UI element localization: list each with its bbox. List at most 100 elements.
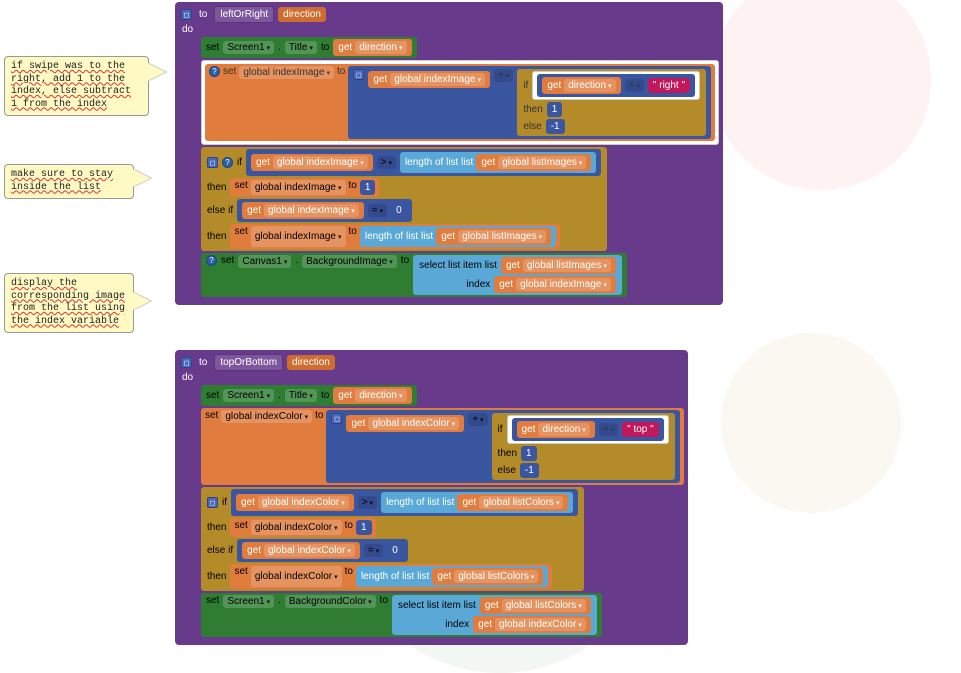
get-indexImage[interactable]: get global indexImage▾ — [242, 202, 364, 219]
kw-to: to — [380, 595, 388, 606]
help-icon[interactable]: ? — [222, 157, 233, 168]
math-plus[interactable]: ◻ get global indexColor▾ +▾ if — [326, 410, 679, 483]
select-list-item[interactable]: select list item list get global listIma… — [413, 255, 622, 295]
num-one[interactable]: 1 — [521, 446, 537, 461]
length-of-list[interactable]: length of list list get global listImage… — [400, 152, 596, 173]
kw-to: to — [321, 42, 329, 53]
set-screen-title[interactable]: set Screen1▾ . Title▾ to get direction▾ — [201, 385, 417, 406]
comment-text: display the corresponding image from the… — [11, 278, 125, 327]
get-indexImage[interactable]: get global indexImage▾ — [251, 154, 373, 171]
num-zero[interactable]: 0 — [391, 203, 407, 218]
chevron-down-icon: ▾ — [267, 44, 271, 52]
if-wrap-color[interactable]: ◻ if get global indexColor▾ > ▾ length o… — [201, 487, 584, 591]
get-listImages[interactable]: get global listImages▾ — [501, 257, 616, 274]
get-indexColor[interactable]: get global indexColor▾ — [242, 542, 360, 559]
select-list-item[interactable]: select list item list get global listCol… — [392, 595, 597, 635]
proc-param[interactable]: direction — [287, 355, 335, 370]
get-indexImage[interactable]: get global indexImage▾ — [368, 71, 490, 88]
set-index-len[interactable]: set global indexImage▾ to length of list… — [230, 224, 560, 249]
get-listColors[interactable]: get global listColors▾ — [457, 494, 568, 511]
num-negone[interactable]: -1 — [546, 119, 565, 134]
get-direction[interactable]: get direction▾ — [333, 39, 411, 56]
chevron-down-icon: ▾ — [603, 281, 607, 289]
length-of-list[interactable]: length of list list get global listColor… — [356, 566, 548, 587]
kw-elseif: else if — [207, 545, 233, 556]
kw-then: then — [498, 448, 517, 459]
set-index-color[interactable]: set global indexColor▾ to ◻ get global i… — [201, 408, 684, 485]
chevron-down-icon: ▾ — [305, 413, 309, 421]
procedure-topOrBottom[interactable]: ◻ to topOrBottom direction do set Screen… — [175, 350, 688, 645]
chevron-down-icon: ▾ — [380, 207, 384, 215]
num-zero[interactable]: 0 — [387, 543, 403, 558]
get-direction[interactable]: get direction▾ — [542, 77, 620, 94]
math-plus[interactable]: ◻ get global indexImage▾ +▾ if — [348, 66, 711, 139]
mutator-icon[interactable]: ◻ — [207, 497, 218, 508]
proc-param[interactable]: direction — [278, 7, 326, 22]
mutator-icon[interactable]: ◻ — [207, 157, 218, 168]
chevron-down-icon: ▾ — [267, 598, 271, 606]
op-plus[interactable]: +▾ — [468, 413, 487, 426]
comment-display-image[interactable]: display the corresponding image from the… — [4, 273, 134, 333]
get-listColors[interactable]: get global listColors▾ — [432, 568, 543, 585]
set-index-one[interactable]: set global indexColor▾ to 1 — [230, 518, 375, 537]
mutator-icon[interactable]: ◻ — [331, 413, 342, 424]
get-indexImage[interactable]: get global indexImage▾ — [494, 276, 616, 293]
chevron-down-icon: ▾ — [506, 72, 510, 80]
set-screen-title[interactable]: set Screen1▾ . Title▾ to get direction▾ — [201, 37, 417, 58]
chevron-down-icon: ▾ — [452, 420, 456, 428]
help-icon[interactable]: ? — [209, 66, 220, 77]
eq-compare[interactable]: get direction▾ = ▾ " top " — [512, 418, 664, 441]
procedure-leftOrRight[interactable]: ◻ to leftOrRight direction do set Screen… — [175, 2, 723, 305]
set-index-len[interactable]: set global indexColor▾ to length of list… — [230, 564, 552, 589]
num-negone[interactable]: -1 — [520, 463, 539, 478]
kw-if: if — [237, 157, 242, 168]
comment-stay-inside[interactable]: make sure to stay inside the list — [4, 164, 134, 199]
op-eq[interactable]: = ▾ — [625, 79, 644, 92]
chevron-down-icon: ▾ — [327, 69, 331, 77]
get-indexColor[interactable]: get global indexColor▾ — [346, 415, 464, 432]
text-right[interactable]: " right " — [648, 78, 690, 93]
num-one[interactable]: 1 — [360, 180, 376, 195]
chevron-down-icon: ▾ — [603, 262, 607, 270]
mutator-icon[interactable]: ◻ — [181, 357, 192, 368]
get-direction[interactable]: get direction▾ — [517, 421, 595, 438]
op-eq[interactable]: = ▾ — [599, 423, 618, 436]
op-gt[interactable]: > ▾ — [358, 496, 377, 509]
op-gt[interactable]: > ▾ — [377, 156, 396, 169]
proc-name[interactable]: topOrBottom — [214, 354, 283, 371]
kw-if: if — [222, 497, 227, 508]
compare-eq-zero[interactable]: get global indexImage▾ = ▾ 0 — [237, 199, 412, 222]
length-of-list[interactable]: length of list list get global listImage… — [360, 226, 556, 247]
op-eq[interactable]: = ▾ — [368, 204, 387, 217]
compare-eq-zero[interactable]: get global indexColor▾ = ▾ 0 — [237, 539, 408, 562]
help-icon[interactable]: ? — [206, 255, 217, 266]
set-screen-bgcolor[interactable]: set Screen1▾ . BackgroundColor▾ to selec… — [201, 593, 602, 637]
compare-gt[interactable]: get global indexColor▾ > ▾ length of lis… — [231, 489, 578, 516]
num-one[interactable]: 1 — [356, 520, 372, 535]
inline-if[interactable]: if get direction▾ = ▾ " top " — [492, 413, 675, 480]
proc-name[interactable]: leftOrRight — [214, 6, 274, 23]
compare-gt[interactable]: get global indexImage▾ > ▾ length of lis… — [246, 149, 601, 176]
get-listImages[interactable]: get global listImages▾ — [476, 154, 591, 171]
op-eq[interactable]: = ▾ — [364, 544, 383, 557]
get-listImages[interactable]: get global listImages▾ — [436, 228, 551, 245]
if-wrap-index[interactable]: ◻ ? if get global indexImage▾ > ▾ length… — [201, 147, 607, 251]
text-top[interactable]: " top " — [622, 422, 659, 437]
comment-swipe[interactable]: if swipe was to the right, add 1 to the … — [4, 56, 149, 116]
get-indexColor[interactable]: get global indexColor▾ — [236, 494, 354, 511]
set-index-image[interactable]: ? set global indexImage▾ to ◻ get global… — [205, 64, 715, 141]
dd-property: Title▾ — [285, 41, 317, 54]
eq-compare[interactable]: get direction▾ = ▾ " right " — [537, 74, 695, 97]
get-listColors[interactable]: get global listColors▾ — [480, 597, 591, 614]
set-canvas-bgimage[interactable]: ? set Canvas1▾ . BackgroundImage▾ to sel… — [201, 253, 627, 297]
get-direction[interactable]: get direction▾ — [333, 387, 411, 404]
mutator-icon[interactable]: ◻ — [181, 9, 192, 20]
length-of-list[interactable]: length of list list get global listColor… — [381, 492, 573, 513]
num-one[interactable]: 1 — [547, 102, 563, 117]
op-plus[interactable]: +▾ — [494, 69, 513, 82]
set-index-one[interactable]: set global indexImage▾ to 1 — [230, 178, 379, 197]
inline-if[interactable]: if get direction▾ = ▾ " right " — [517, 69, 706, 136]
mutator-icon[interactable]: ◻ — [353, 69, 364, 80]
get-indexColor[interactable]: get global indexColor▾ — [473, 616, 591, 633]
kw-if: if — [498, 424, 503, 435]
